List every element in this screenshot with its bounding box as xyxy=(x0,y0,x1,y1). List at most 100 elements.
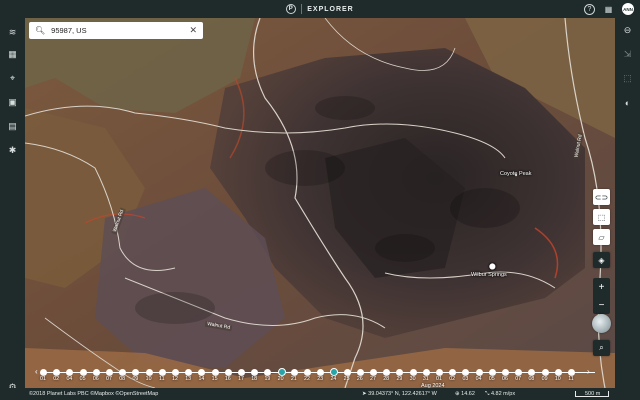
scale-bar xyxy=(575,391,609,397)
timeline-day[interactable] xyxy=(449,369,457,376)
timeline-next-icon[interactable]: › xyxy=(587,367,590,376)
timeline-day[interactable] xyxy=(106,369,113,376)
timeline-day-label: 07 xyxy=(515,376,522,382)
timeline-day-label: 26 xyxy=(356,376,363,382)
zoom-controls: + − xyxy=(593,278,610,314)
zoom-value: 14.62 xyxy=(461,391,475,397)
timeline-day-label: 05 xyxy=(79,376,86,382)
timeline-day-label: 01 xyxy=(40,376,46,382)
ruler-icon[interactable]: ▱ xyxy=(593,229,610,245)
timeline-day[interactable] xyxy=(488,369,496,376)
timeline-day-label: 22 xyxy=(304,376,310,382)
timeline-day[interactable] xyxy=(541,369,549,376)
timeline-day[interactable] xyxy=(132,369,140,376)
contrast-icon[interactable]: ◐ xyxy=(621,96,634,109)
image-gallery-icon[interactable]: ▣ xyxy=(6,96,19,109)
status-bar: ©2018 Planet Labs PBC ©Mapbox ©OpenStree… xyxy=(0,388,640,400)
timeline-day[interactable] xyxy=(238,369,245,376)
zoom-readout: ⊕ 14.62 xyxy=(455,391,475,397)
location-pin-icon[interactable]: ⌖ xyxy=(6,72,19,85)
timeline-day[interactable] xyxy=(396,369,404,376)
export-icon[interactable]: ⇲ xyxy=(621,48,634,61)
timeline-day[interactable] xyxy=(475,369,483,376)
timeline-day-label: 28 xyxy=(383,376,390,382)
timeline-day[interactable] xyxy=(119,369,127,376)
timeline-day[interactable] xyxy=(502,369,509,376)
mosaic-grid-icon[interactable]: ▦ xyxy=(6,48,19,61)
timeline-day[interactable] xyxy=(53,369,61,376)
timeline-day-label: 06 xyxy=(92,376,99,382)
timeline-day[interactable] xyxy=(554,369,562,376)
timeline-day-label: 13 xyxy=(185,376,192,382)
zoom-out-button[interactable]: − xyxy=(593,296,610,314)
timeline-day-label: 11 xyxy=(159,376,165,382)
timeline-day[interactable] xyxy=(92,369,100,376)
report-doc-icon[interactable]: ▤ xyxy=(6,120,19,133)
timeline-day-label: 12 xyxy=(172,376,178,382)
timeline-day[interactable] xyxy=(172,369,179,376)
timeline-day[interactable] xyxy=(409,369,417,376)
timeline-day[interactable] xyxy=(356,369,364,376)
timeline-day-label: 18 xyxy=(251,376,258,382)
timeline-day[interactable] xyxy=(66,369,74,376)
analytics-icon[interactable]: ✱ xyxy=(6,144,19,157)
zoom-in-button[interactable]: + xyxy=(593,278,610,296)
magnify-icon[interactable]: ⌕ xyxy=(593,340,610,356)
poi-marker-icon: ⬤ xyxy=(489,264,496,270)
timeline-day[interactable] xyxy=(145,369,153,376)
timeline-day-label: 08 xyxy=(119,376,126,382)
timeline-day-label: 31 xyxy=(422,376,429,382)
brand[interactable]: P EXPLORER xyxy=(286,4,354,14)
timeline-day-label: 10 xyxy=(554,376,561,382)
timeline-day[interactable] xyxy=(290,369,298,376)
timeline-day[interactable] xyxy=(251,369,259,376)
timeline-day-label: 03 xyxy=(462,376,469,382)
timeline-day[interactable] xyxy=(343,369,351,376)
avatar[interactable]: ANN xyxy=(622,3,634,15)
search-box[interactable]: 🔍︎ ✕ xyxy=(29,22,203,39)
timeline-day-label: 14 xyxy=(198,376,205,382)
globe-icon[interactable] xyxy=(592,314,611,333)
timeline-prev-icon[interactable]: ‹ xyxy=(35,367,38,376)
search-input[interactable] xyxy=(51,26,182,35)
timeline-day-selected[interactable] xyxy=(277,368,286,376)
timeline-day-label: 15 xyxy=(211,376,218,382)
timeline-day[interactable] xyxy=(528,369,536,376)
right-sidebar: ⊖ ⇲ ⬚ ◐ xyxy=(615,18,640,400)
timeline-day[interactable] xyxy=(370,369,377,376)
timeline-day[interactable] xyxy=(317,369,325,376)
apps-grid-icon[interactable]: ▦ xyxy=(603,4,614,15)
timeline-day[interactable] xyxy=(264,369,272,376)
timeline-day[interactable] xyxy=(79,369,87,376)
timeline-day-selected[interactable] xyxy=(330,368,339,376)
help-icon[interactable]: ? xyxy=(584,3,595,15)
timeline-day[interactable] xyxy=(185,369,193,376)
timeline-day[interactable] xyxy=(383,369,391,376)
timeline-day-label: 21 xyxy=(290,376,297,382)
satellite-map[interactable]: Coyote Peak Wilbur Springs ⬤ Walnut Rd W… xyxy=(25,18,615,388)
timeline-day[interactable] xyxy=(515,369,523,376)
resolution-readout: ⤡ 4.82 m/px xyxy=(485,391,516,397)
timeline-day[interactable] xyxy=(568,369,575,376)
timeline-day[interactable] xyxy=(40,369,47,376)
compare-icon[interactable]: ⊖ xyxy=(621,24,634,37)
timeline-day[interactable] xyxy=(304,369,311,376)
close-icon[interactable]: ✕ xyxy=(189,25,197,36)
timeline-day[interactable] xyxy=(211,369,219,376)
planet-logo-icon: P xyxy=(286,4,297,14)
timeline-day[interactable] xyxy=(158,369,166,376)
coordinates-readout: ➤ 39.04373° N, 122.42617° W xyxy=(362,391,437,397)
coordinates-value: 39.04373° N, 122.42617° W xyxy=(368,391,437,397)
crop-icon[interactable]: ⬚ xyxy=(621,72,634,85)
timeline-day[interactable] xyxy=(422,369,430,376)
layers-stack-icon[interactable]: ≋ xyxy=(6,26,19,39)
timeline-day[interactable] xyxy=(462,369,470,376)
timeline-day-label: 29 xyxy=(396,376,403,382)
timeline-day[interactable] xyxy=(224,369,232,376)
timeline-day-label: 07 xyxy=(106,376,112,382)
timeline-day[interactable] xyxy=(198,369,206,376)
timeline-day[interactable] xyxy=(436,369,443,376)
basemap-layers-icon[interactable]: ◈ xyxy=(593,252,610,268)
link-icon[interactable]: ⊂⊃ xyxy=(593,189,610,205)
select-area-icon[interactable]: ⬚ xyxy=(593,209,610,225)
